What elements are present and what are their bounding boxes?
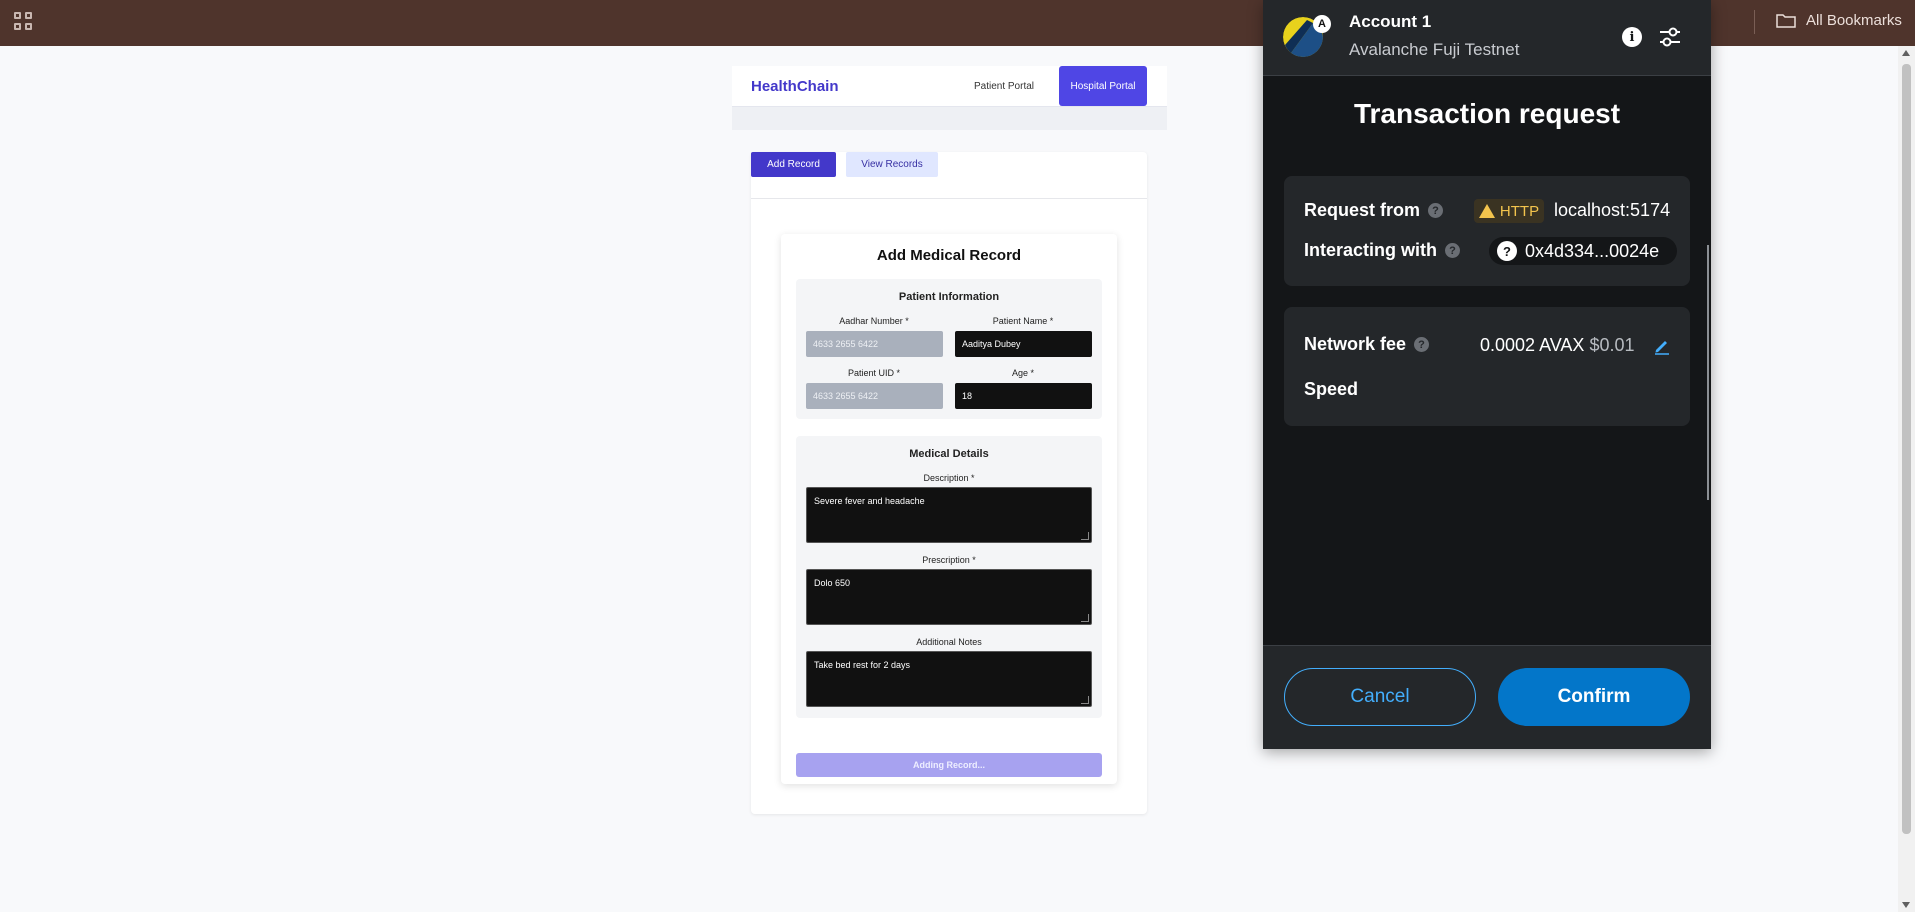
confirm-button[interactable]: Confirm bbox=[1498, 668, 1690, 726]
divider bbox=[751, 198, 1147, 199]
speed-label: Speed bbox=[1304, 379, 1359, 399]
network-name: Avalanche Fuji Testnet bbox=[1349, 40, 1520, 59]
cancel-button[interactable]: Cancel bbox=[1284, 668, 1476, 726]
account-name[interactable]: Account 1 bbox=[1349, 12, 1431, 32]
all-bookmarks-label: All Bookmarks bbox=[1806, 12, 1902, 29]
description-text: Severe fever and headache bbox=[814, 496, 925, 506]
network-fee-value: 0.0002 AVAX $0.01 bbox=[1480, 335, 1634, 356]
sliders-settings-icon[interactable] bbox=[1657, 24, 1683, 50]
resize-handle-icon[interactable] bbox=[1081, 696, 1089, 704]
aadhar-label: Aadhar Number * bbox=[839, 316, 909, 326]
request-from-label: Request from bbox=[1304, 200, 1421, 220]
tab-add-record[interactable]: Add Record bbox=[751, 152, 836, 177]
resize-handle-icon[interactable] bbox=[1081, 614, 1089, 622]
edit-pencil-icon[interactable] bbox=[1653, 337, 1671, 355]
info-icon[interactable]: i bbox=[1622, 27, 1642, 47]
resize-handle-icon[interactable] bbox=[1081, 532, 1089, 540]
http-badge-label: HTTP bbox=[1499, 202, 1540, 220]
help-icon[interactable]: ? bbox=[1414, 337, 1430, 352]
apps-grid-icon[interactable] bbox=[14, 12, 34, 32]
account-badge: A bbox=[1313, 15, 1331, 33]
patient-uid-label: Patient UID * bbox=[847, 368, 901, 378]
patient-name-input[interactable]: Aaditya Dubey bbox=[955, 331, 1092, 357]
all-bookmarks-button[interactable]: All Bookmarks bbox=[1776, 12, 1902, 29]
scroll-down-arrow-icon[interactable] bbox=[1902, 902, 1910, 908]
aadhar-input[interactable]: 4633 2655 6422 bbox=[806, 331, 943, 357]
interacting-with-label: Interacting with bbox=[1304, 240, 1438, 260]
submit-button[interactable]: Adding Record... bbox=[796, 753, 1102, 777]
app-subbar bbox=[732, 107, 1167, 130]
scroll-up-arrow-icon[interactable] bbox=[1902, 50, 1910, 56]
help-icon[interactable]: ? bbox=[1445, 243, 1461, 258]
notes-label: Additional Notes bbox=[916, 637, 982, 647]
brand-logo[interactable]: HealthChain bbox=[751, 78, 839, 95]
page-scrollbar[interactable] bbox=[1898, 46, 1915, 912]
notes-textarea[interactable]: Take bed rest for 2 days bbox=[806, 651, 1092, 707]
medical-details-section: Medical Details Description * Severe fev… bbox=[796, 436, 1102, 718]
description-textarea[interactable]: Severe fever and headache bbox=[806, 487, 1092, 543]
patient-name-label: Patient Name * bbox=[992, 316, 1054, 326]
scrollbar-thumb[interactable] bbox=[1902, 64, 1911, 834]
request-origin: localhost:5174 bbox=[1554, 200, 1671, 220]
nav-patient-portal[interactable]: Patient Portal bbox=[964, 66, 1044, 106]
request-details-box: Request from ? HTTP localhost:5174 Inter… bbox=[1284, 176, 1690, 286]
prescription-label: Prescription * bbox=[922, 555, 976, 565]
fee-details-box: Network fee ? 0.0002 AVAX $0.01 Speed bbox=[1284, 307, 1690, 426]
notes-text: Take bed rest for 2 days bbox=[814, 660, 911, 670]
transaction-title: Transaction request bbox=[1353, 98, 1621, 129]
request-from-row: Request from ? bbox=[1304, 200, 1444, 221]
tab-view-records[interactable]: View Records bbox=[846, 152, 938, 177]
warning-icon bbox=[1478, 204, 1495, 218]
patient-info-section: Patient Information Aadhar Number * 4633… bbox=[796, 279, 1102, 419]
app-navbar: HealthChain Patient Portal Hospital Port… bbox=[732, 66, 1167, 107]
wallet-popup: A Account 1 Avalanche Fuji Testnet i Tra… bbox=[1263, 0, 1711, 749]
speed-row: Speed bbox=[1304, 379, 1358, 400]
prescription-text: Dolo 650 bbox=[814, 578, 851, 588]
records-card: Add Record View Records Add Medical Reco… bbox=[751, 152, 1147, 814]
description-label: Description * bbox=[923, 473, 975, 483]
fee-amount: 0.0002 AVAX bbox=[1480, 335, 1585, 355]
wallet-header: A Account 1 Avalanche Fuji Testnet i bbox=[1263, 0, 1711, 76]
help-icon[interactable]: ? bbox=[1428, 203, 1444, 218]
contract-address-pill[interactable]: ? 0x4d334...0024e bbox=[1489, 237, 1677, 265]
patient-uid-input[interactable]: 4633 2655 6422 bbox=[806, 383, 943, 409]
age-label: Age * bbox=[1011, 368, 1035, 378]
medical-details-title: Medical Details bbox=[909, 448, 989, 460]
unknown-contract-icon: ? bbox=[1497, 241, 1517, 261]
wallet-footer: Cancel Confirm bbox=[1263, 645, 1711, 749]
bookmarks-separator bbox=[1754, 10, 1755, 34]
fee-fiat: $0.01 bbox=[1589, 335, 1635, 355]
add-record-form: Add Medical Record Patient Information A… bbox=[781, 234, 1117, 784]
nav-hospital-portal[interactable]: Hospital Portal bbox=[1059, 66, 1147, 106]
http-warning-badge: HTTP bbox=[1474, 199, 1544, 223]
prescription-textarea[interactable]: Dolo 650 bbox=[806, 569, 1092, 625]
interacting-with-row: Interacting with ? bbox=[1304, 240, 1461, 261]
age-input[interactable]: 18 bbox=[955, 383, 1092, 409]
network-fee-label: Network fee bbox=[1304, 334, 1407, 354]
form-title: Add Medical Record bbox=[876, 247, 1022, 264]
wallet-scrollbar[interactable] bbox=[1707, 245, 1709, 500]
contract-address: 0x4d334...0024e bbox=[1525, 240, 1660, 261]
patient-info-title: Patient Information bbox=[898, 291, 1000, 303]
folder-icon bbox=[1776, 14, 1796, 28]
network-fee-row: Network fee ? bbox=[1304, 334, 1430, 355]
